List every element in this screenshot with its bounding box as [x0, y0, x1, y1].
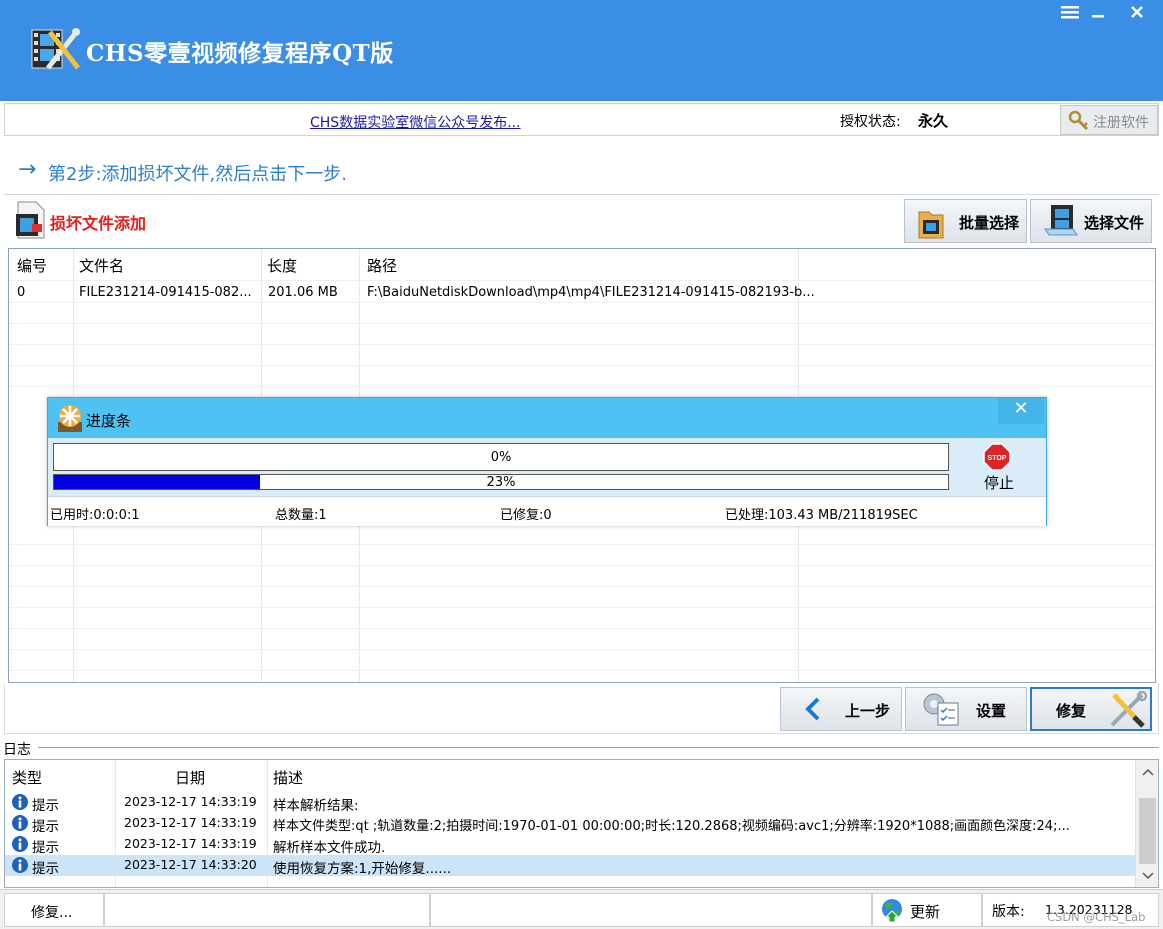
step-instruction: 第2步:添加损坏文件,然后点击下一步. [48, 164, 347, 185]
damaged-file-add-title: 损坏文件添加 [50, 214, 147, 233]
log-list[interactable]: 类型 日期 描述 提示 2023-12-17 14:33:19 样本解析结果: … [4, 759, 1159, 888]
stop-sign-icon: STOP [983, 443, 1011, 475]
version-label: 版本: [992, 904, 1025, 920]
column-header-length[interactable]: 长度 [267, 255, 297, 276]
log-row-selected[interactable]: 提示 2023-12-17 14:33:20 使用恢复方案:1,开始修复....… [5, 855, 1135, 878]
log-date: 2023-12-17 14:33:19 [124, 794, 257, 809]
chevron-down-icon[interactable] [1142, 870, 1154, 885]
chevron-left-icon [803, 696, 823, 726]
log-divider [38, 747, 1159, 748]
progress-dialog-title: 进度条 [86, 412, 132, 430]
batch-select-label: 批量选择 [959, 214, 1020, 232]
csdn-watermark: CSDN @CHS_Lab [1047, 910, 1146, 924]
progress-bar-total: 0% [53, 443, 949, 471]
column-header-id[interactable]: 编号 [17, 255, 47, 276]
log-date: 2023-12-17 14:33:19 [124, 836, 257, 851]
total-count: 总数量:1 [275, 508, 327, 523]
update-label: 更新 [910, 903, 941, 921]
progress-dialog: 进度条 ✕ 0% 23% STOP 停止 已用时:0:0:0:1 总数量:1 已… [47, 397, 1047, 526]
log-desc: 样本解析结果: [273, 798, 359, 814]
close-icon[interactable] [1123, 3, 1151, 25]
register-software-button[interactable]: 注册软件 [1060, 105, 1158, 135]
table-cell-filename[interactable]: FILE231214-091415-082... [79, 285, 252, 300]
log-column-date[interactable]: 日期 [175, 767, 205, 788]
scrollbar-thumb[interactable] [1139, 798, 1156, 864]
progress-dialog-header: 进度条 ✕ [48, 398, 1046, 438]
app-title: CHS零壹视频修复程序QT版 [86, 40, 394, 67]
log-row[interactable]: 提示 2023-12-17 14:33:19 样本解析结果: [5, 792, 1135, 815]
log-type: 提示 [32, 861, 59, 877]
gear-checklist-icon [920, 691, 962, 731]
log-column-desc[interactable]: 描述 [273, 767, 303, 788]
step-header: → 第2步:添加损坏文件,然后点击下一步. [4, 141, 1159, 195]
table-cell-length[interactable]: 201.06 MB [268, 285, 338, 300]
status-text: 修复... [31, 905, 73, 921]
info-row: CHS数据实验室微信公众号发布... 授权状态: 永久 注册软件 [4, 103, 1159, 136]
repair-button[interactable]: 修复 [1030, 687, 1152, 731]
column-header-path[interactable]: 路径 [367, 255, 397, 276]
info-icon [11, 793, 29, 815]
app-logo-icon [30, 24, 82, 74]
version-cell: 版本: 1.3.20231128 CSDN @CHS_Lab [982, 893, 1159, 927]
arrow-right-icon: → [18, 157, 37, 182]
status-bar: 修复... 更新 版本: 1.3.20231128 CSDN @CHS_Lab [0, 889, 1163, 929]
chevron-up-icon[interactable] [1142, 766, 1154, 781]
progress-bar-label: 0% [490, 450, 512, 465]
register-software-label: 注册软件 [1093, 115, 1149, 131]
log-date: 2023-12-17 14:33:19 [124, 815, 257, 830]
prev-step-label: 上一步 [845, 702, 891, 720]
prev-step-button[interactable]: 上一步 [780, 687, 902, 731]
log-date: 2023-12-17 14:33:20 [124, 857, 257, 872]
log-desc: 使用恢复方案:1,开始修复...... [273, 861, 452, 877]
table-cell-path[interactable]: F:\BaiduNetdiskDownload\mp4\mp4\FILE2312… [367, 285, 815, 300]
log-desc: 解析样本文件成功. [273, 840, 386, 856]
progress-app-icon [55, 402, 85, 434]
key-icon [1067, 109, 1091, 137]
title-bar: CHS零壹视频修复程序QT版 [0, 0, 1163, 101]
damaged-file-icon [14, 200, 46, 240]
repair-label: 修复 [1056, 702, 1087, 720]
elapsed-time: 已用时:0:0:0:1 [50, 508, 140, 523]
log-desc: 样本文件类型:qt ;轨道数量:2;拍摄时间:1970-01-01 00:00:… [273, 819, 1070, 834]
processed-amount: 已处理:103.43 MB/211819SEC [725, 508, 918, 523]
status-cell: 修复... [4, 893, 104, 927]
log-row[interactable]: 提示 2023-12-17 14:33:19 样本文件类型:qt ;轨道数量:2… [5, 813, 1135, 836]
select-file-label: 选择文件 [1084, 214, 1145, 232]
wechat-publish-link[interactable]: CHS数据实验室微信公众号发布... [310, 112, 521, 132]
info-icon [11, 814, 29, 836]
log-row[interactable]: 提示 2023-12-17 14:33:19 解析样本文件成功. [5, 834, 1135, 857]
progress-bar-label: 23% [486, 475, 516, 490]
log-type: 提示 [32, 798, 59, 814]
info-icon [11, 856, 29, 878]
stop-label: 停止 [984, 474, 1015, 492]
update-button[interactable]: 更新 [872, 893, 982, 927]
select-file-button[interactable]: 选择文件 [1030, 199, 1152, 243]
settings-label: 设置 [976, 702, 1007, 720]
batch-select-button[interactable]: 批量选择 [904, 199, 1027, 243]
table-cell-id[interactable]: 0 [17, 285, 25, 300]
log-scrollbar[interactable] [1135, 760, 1158, 887]
log-type: 提示 [32, 819, 59, 835]
minimize-icon[interactable] [1084, 3, 1112, 25]
log-column-type[interactable]: 类型 [12, 767, 42, 788]
settings-button[interactable]: 设置 [905, 687, 1027, 731]
info-icon [11, 835, 29, 857]
progress-bar-current: 23% [53, 474, 949, 490]
auth-status-value: 永久 [918, 112, 949, 130]
tools-icon [1108, 690, 1148, 733]
globe-update-icon [879, 897, 905, 927]
log-section-label: 日志 [3, 742, 31, 758]
close-icon[interactable]: ✕ [998, 398, 1044, 424]
hamburger-menu-icon[interactable] [1056, 3, 1084, 25]
log-type: 提示 [32, 840, 59, 856]
progress-status-row: 已用时:0:0:0:1 总数量:1 已修复:0 已处理:103.43 MB/21… [48, 496, 1046, 526]
stop-button[interactable]: STOP 停止 [966, 441, 1028, 495]
stop-sign-text: STOP [988, 455, 1007, 462]
column-header-filename[interactable]: 文件名 [79, 255, 124, 276]
repaired-count: 已修复:0 [500, 508, 552, 523]
auth-status-label: 授权状态: [840, 114, 901, 130]
film-file-icon [1043, 203, 1079, 243]
folder-video-icon [917, 204, 945, 244]
